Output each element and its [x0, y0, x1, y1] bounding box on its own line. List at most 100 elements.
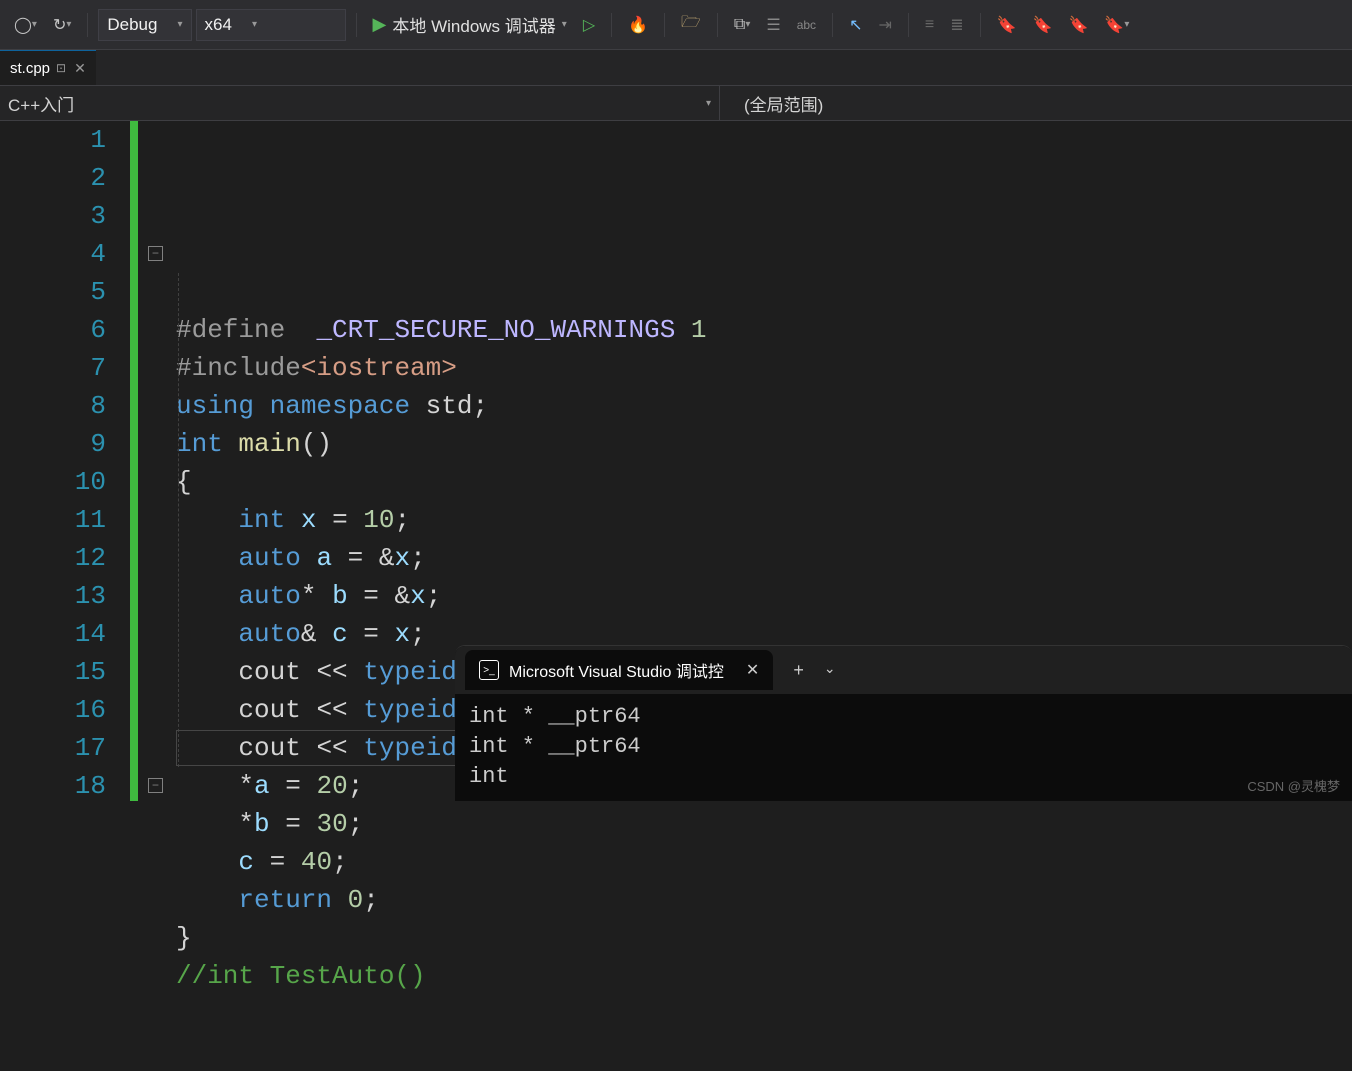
bookmark-prev-icon: 🔖 [1033, 15, 1053, 35]
line-number: 6 [0, 311, 106, 349]
nav-back-button[interactable]: ◯▾ [8, 11, 43, 39]
debug-console-panel: >_ Microsoft Visual Studio 调试控 ✕ + ⌄ int… [455, 645, 1352, 801]
window-button[interactable]: ⧉▾ [728, 11, 756, 39]
context-bar: C++入门 ▾ (全局范围) [0, 85, 1352, 121]
config-value: Debug [107, 15, 157, 35]
scope-context-label: (全局范围) [744, 96, 823, 115]
lines2-icon: ≣ [950, 15, 963, 35]
project-context-dropdown[interactable]: C++入门 ▾ [0, 86, 720, 120]
folder-button[interactable]: 🗁 [675, 11, 707, 39]
line-number: 18 [0, 767, 106, 805]
separator [832, 13, 833, 37]
separator [664, 13, 665, 37]
uncomment-button[interactable]: ≣ [944, 11, 969, 39]
indent-guide [178, 273, 179, 767]
pin-icon[interactable]: ⊡ [56, 61, 66, 75]
code-line[interactable]: auto a = &x; [176, 539, 1352, 577]
list-button[interactable]: ☰ [760, 11, 786, 39]
bookmark-next-button[interactable]: 🔖 [1062, 11, 1094, 39]
scope-context-dropdown[interactable]: (全局范围) [720, 91, 847, 116]
config-dropdown[interactable]: Debug ▾ [98, 9, 191, 41]
platform-value: x64 [205, 15, 232, 35]
line-number: 12 [0, 539, 106, 577]
lines-icon: ≡ [925, 16, 934, 34]
redo-icon: ↻ [53, 15, 66, 35]
abc-icon: abc [797, 18, 816, 32]
code-line[interactable]: return 0; [176, 881, 1352, 919]
code-line[interactable]: c = 40; [176, 843, 1352, 881]
separator [908, 13, 909, 37]
comment-button[interactable]: ≡ [919, 11, 940, 39]
line-number: 3 [0, 197, 106, 235]
console-tab-title: Microsoft Visual Studio 调试控 [509, 658, 724, 682]
nav-forward-button[interactable]: ↻▾ [47, 11, 77, 39]
document-tab-bar: st.cpp ⊡ ✕ [0, 50, 1352, 85]
bookmark-button[interactable]: 🔖 [991, 11, 1023, 39]
folder-icon: 🗁 [681, 11, 701, 38]
bookmark-clear-button[interactable]: 🔖▾ [1098, 11, 1135, 39]
cursor-icon: ↖ [849, 15, 862, 35]
separator [717, 13, 718, 37]
bookmark-x-icon: 🔖 [1104, 15, 1124, 35]
terminal-icon: >_ [479, 660, 499, 680]
main-toolbar: ◯▾ ↻▾ Debug▾ x64▾ ▶ 本地 Windows 调试器 ▾ ▷ 🔥… [0, 0, 1352, 50]
code-line[interactable]: #include<iostream> [176, 349, 1352, 387]
line-number-gutter: 123456789101112131415161718 [0, 121, 130, 801]
console-actions: + ⌄ [793, 660, 835, 681]
line-number: 17 [0, 729, 106, 767]
code-line[interactable]: int main() [176, 425, 1352, 463]
console-tab[interactable]: >_ Microsoft Visual Studio 调试控 ✕ [465, 650, 773, 690]
list-icon: ☰ [766, 15, 780, 35]
code-line[interactable]: } [176, 919, 1352, 957]
file-tab[interactable]: st.cpp ⊡ ✕ [0, 50, 96, 85]
tab-filename: st.cpp [10, 60, 50, 77]
line-number: 14 [0, 615, 106, 653]
separator [980, 13, 981, 37]
code-line[interactable]: *b = 30; [176, 805, 1352, 843]
fold-toggle[interactable]: − [148, 778, 163, 793]
cursor-button[interactable]: ↖ [843, 11, 868, 39]
chevron-down-icon: ▾ [177, 19, 182, 30]
platform-dropdown[interactable]: x64 ▾ [196, 9, 346, 41]
line-number: 8 [0, 387, 106, 425]
indent-icon: ⇥ [878, 15, 891, 35]
separator [356, 13, 357, 37]
code-line[interactable]: auto* b = &x; [176, 577, 1352, 615]
play-icon: ▶ [373, 14, 387, 35]
flame-icon: 🔥 [628, 15, 648, 35]
line-number: 2 [0, 159, 106, 197]
project-context-label: C++入门 [8, 91, 74, 116]
bookmark-icon: 🔖 [997, 15, 1017, 35]
bookmark-prev-button[interactable]: 🔖 [1027, 11, 1059, 39]
code-line[interactable]: using namespace std; [176, 387, 1352, 425]
code-line[interactable]: int x = 10; [176, 501, 1352, 539]
console-output[interactable]: int * __ptr64 int * __ptr64 int [455, 694, 1352, 801]
line-number: 13 [0, 577, 106, 615]
abc-button[interactable]: abc [791, 11, 822, 39]
code-line[interactable]: #define _CRT_SECURE_NO_WARNINGS 1 [176, 311, 1352, 349]
line-number: 10 [0, 463, 106, 501]
new-tab-button[interactable]: + [793, 660, 804, 681]
start-debug-button[interactable]: ▶ 本地 Windows 调试器 ▾ [367, 11, 573, 39]
line-number: 15 [0, 653, 106, 691]
line-number: 7 [0, 349, 106, 387]
line-number: 5 [0, 273, 106, 311]
line-number: 16 [0, 691, 106, 729]
separator [87, 13, 88, 37]
code-line[interactable]: //int TestAuto() [176, 957, 1352, 995]
close-icon[interactable]: ✕ [746, 660, 759, 680]
hot-reload-button[interactable]: 🔥 [622, 11, 654, 39]
line-number: 4 [0, 235, 106, 273]
tab-menu-button[interactable]: ⌄ [824, 660, 836, 681]
indent-button[interactable]: ⇥ [872, 11, 897, 39]
line-number: 11 [0, 501, 106, 539]
chevron-down-icon: ▾ [562, 19, 567, 30]
code-line[interactable]: { [176, 463, 1352, 501]
close-icon[interactable]: ✕ [74, 60, 86, 77]
fold-column: − − [148, 121, 168, 273]
chevron-down-icon: ▾ [252, 19, 257, 30]
fold-toggle[interactable]: − [148, 246, 163, 261]
start-no-debug-button[interactable]: ▷ [577, 11, 601, 39]
line-number: 9 [0, 425, 106, 463]
bookmark-next-icon: 🔖 [1068, 15, 1088, 35]
